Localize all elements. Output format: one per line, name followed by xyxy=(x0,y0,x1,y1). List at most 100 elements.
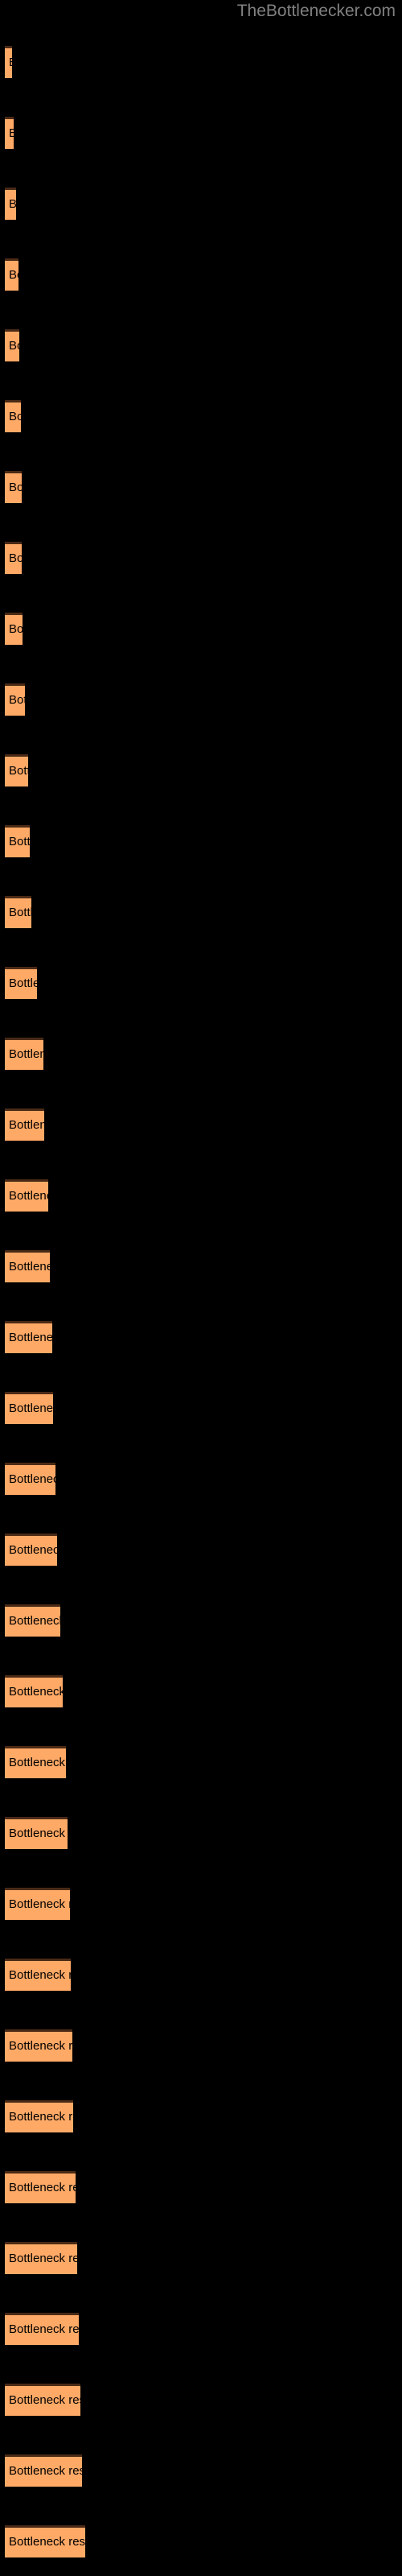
bar-label-clip: Bottleneck result xyxy=(5,1675,63,1707)
bar-row: Bottleneck result xyxy=(0,2242,402,2274)
bar-row: Bottleneck result xyxy=(0,1250,402,1282)
bar-label: Bottleneck result xyxy=(9,1047,43,1061)
bar-label-clip: Bottleneck result xyxy=(5,2100,73,2132)
bar-row: Bottleneck result xyxy=(0,258,402,291)
bar-label: Bottleneck result xyxy=(9,1260,50,1274)
bar-label-clip: Bottleneck result xyxy=(5,896,31,928)
bar-label: Bottleneck result xyxy=(9,1543,57,1557)
bar-label-clip: Bottleneck result xyxy=(5,1534,57,1566)
bar-label-clip: Bottleneck result xyxy=(5,2313,79,2345)
bar-label-clip: Bottleneck result xyxy=(5,1463,55,1495)
bar-row: Bottleneck result xyxy=(0,1392,402,1424)
bar-label: Bottleneck result xyxy=(9,1685,63,1699)
bar-label: Bottleneck result xyxy=(9,2039,72,2053)
bar-row: Bottleneck result xyxy=(0,1534,402,1566)
bar-row: Bottleneck result xyxy=(0,754,402,786)
bar-row: Bottleneck result xyxy=(0,1888,402,1920)
bar-label: Bottleneck result xyxy=(9,1402,53,1415)
bar-label-clip: Bottleneck result xyxy=(5,1604,60,1637)
bar-label: Bottleneck result xyxy=(9,1189,48,1203)
bar-label-clip: Bottleneck result xyxy=(5,1746,66,1778)
bar-label: Bottleneck result xyxy=(9,1614,60,1628)
bar-row: Bottleneck result xyxy=(0,329,402,361)
bar-label: Bottleneck result xyxy=(9,197,16,211)
bar-label: Bottleneck result xyxy=(9,764,28,778)
bar-row: Bottleneck result xyxy=(0,2029,402,2062)
bar-row: Bottleneck result xyxy=(0,1321,402,1353)
bar-label: Bottleneck result xyxy=(9,268,18,282)
bar-label-clip: Bottleneck result xyxy=(5,258,18,291)
bar-label-clip: Bottleneck result xyxy=(5,2171,76,2203)
bar-row: Bottleneck result xyxy=(0,613,402,645)
bar-label-clip: Bottleneck result xyxy=(5,400,21,432)
bar-row: Bottleneck result xyxy=(0,825,402,857)
bar-label-clip: Bottleneck result xyxy=(5,1817,68,1849)
bar-label-clip: Bottleneck result xyxy=(5,2242,77,2274)
bar-label: Bottleneck result xyxy=(9,2110,73,2124)
bar-row: Bottleneck result xyxy=(0,2454,402,2487)
bar-row: Bottleneck result xyxy=(0,1108,402,1141)
bar-row: Bottleneck result xyxy=(0,2384,402,2416)
bar-label-clip: Bottleneck result xyxy=(5,1959,71,1991)
bar-label-clip: Bottleneck result xyxy=(5,1392,53,1424)
bar-label-clip: Bottleneck result xyxy=(5,754,28,786)
bar-label-clip: Bottleneck result xyxy=(5,188,16,220)
bar-label-clip: Bottleneck result xyxy=(5,46,12,78)
bar-label: Bottleneck result xyxy=(9,126,14,140)
bar-label-clip: Bottleneck result xyxy=(5,613,23,645)
bar-row: Bottleneck result xyxy=(0,2525,402,2557)
bar-row: Bottleneck result xyxy=(0,1604,402,1637)
bar-label-clip: Bottleneck result xyxy=(5,1888,70,1920)
bar-label-clip: Bottleneck result xyxy=(5,2384,80,2416)
bar-label-clip: Bottleneck result xyxy=(5,117,14,149)
bar-label: Bottleneck result xyxy=(9,1968,71,1982)
bar-row: Bottleneck result xyxy=(0,2171,402,2203)
bar-label: Bottleneck result xyxy=(9,693,25,707)
bar-label: Bottleneck result xyxy=(9,1897,70,1911)
bar-row: Bottleneck result xyxy=(0,2313,402,2345)
bar-row: Bottleneck result xyxy=(0,471,402,503)
bar-label-clip: Bottleneck result xyxy=(5,1038,43,1070)
bar-label: Bottleneck result xyxy=(9,339,19,353)
bar-label: Bottleneck result xyxy=(9,976,37,990)
bar-label: Bottleneck result xyxy=(9,906,31,919)
bar-label: Bottleneck result xyxy=(9,1827,68,1840)
bar-row: Bottleneck result xyxy=(0,400,402,432)
bar-label-clip: Bottleneck result xyxy=(5,542,22,574)
bar-row: Bottleneck result xyxy=(0,896,402,928)
bar-label: Bottleneck result xyxy=(9,1756,66,1769)
bar-label: Bottleneck result xyxy=(9,551,22,565)
bar-label: Bottleneck result xyxy=(9,2535,85,2549)
bottleneck-bar-chart: TheBottlenecker.com Bottleneck resultBot… xyxy=(0,0,402,2576)
bar-label-clip: Bottleneck result xyxy=(5,683,25,716)
bar-row: Bottleneck result xyxy=(0,1038,402,1070)
bar-label: Bottleneck result xyxy=(9,622,23,636)
bar-label-clip: Bottleneck result xyxy=(5,1108,44,1141)
bar-row: Bottleneck result xyxy=(0,188,402,220)
bar-label: Bottleneck result xyxy=(9,1331,52,1344)
bar-row: Bottleneck result xyxy=(0,2100,402,2132)
bar-row: Bottleneck result xyxy=(0,1463,402,1495)
bar-label: Bottleneck result xyxy=(9,481,22,494)
bar-label: Bottleneck result xyxy=(9,1118,44,1132)
bar-label: Bottleneck result xyxy=(9,2252,77,2265)
bar-row: Bottleneck result xyxy=(0,1817,402,1849)
bar-row: Bottleneck result xyxy=(0,967,402,999)
bar-row: Bottleneck result xyxy=(0,117,402,149)
bar-row: Bottleneck result xyxy=(0,46,402,78)
bar-label-clip: Bottleneck result xyxy=(5,825,30,857)
bar-label-clip: Bottleneck result xyxy=(5,2029,72,2062)
bar-label: Bottleneck result xyxy=(9,2181,76,2194)
bar-row: Bottleneck result xyxy=(0,1675,402,1707)
bar-label: Bottleneck result xyxy=(9,2393,80,2407)
bar-row: Bottleneck result xyxy=(0,1959,402,1991)
bar-label-clip: Bottleneck result xyxy=(5,1250,50,1282)
bar-label-clip: Bottleneck result xyxy=(5,329,19,361)
bar-label-clip: Bottleneck result xyxy=(5,1321,52,1353)
bar-label: Bottleneck result xyxy=(9,835,30,848)
bar-label-clip: Bottleneck result xyxy=(5,1179,48,1212)
bar-row: Bottleneck result xyxy=(0,683,402,716)
bar-row: Bottleneck result xyxy=(0,1179,402,1212)
bar-label: Bottleneck result xyxy=(9,2322,79,2336)
bar-label: Bottleneck result xyxy=(9,410,21,423)
